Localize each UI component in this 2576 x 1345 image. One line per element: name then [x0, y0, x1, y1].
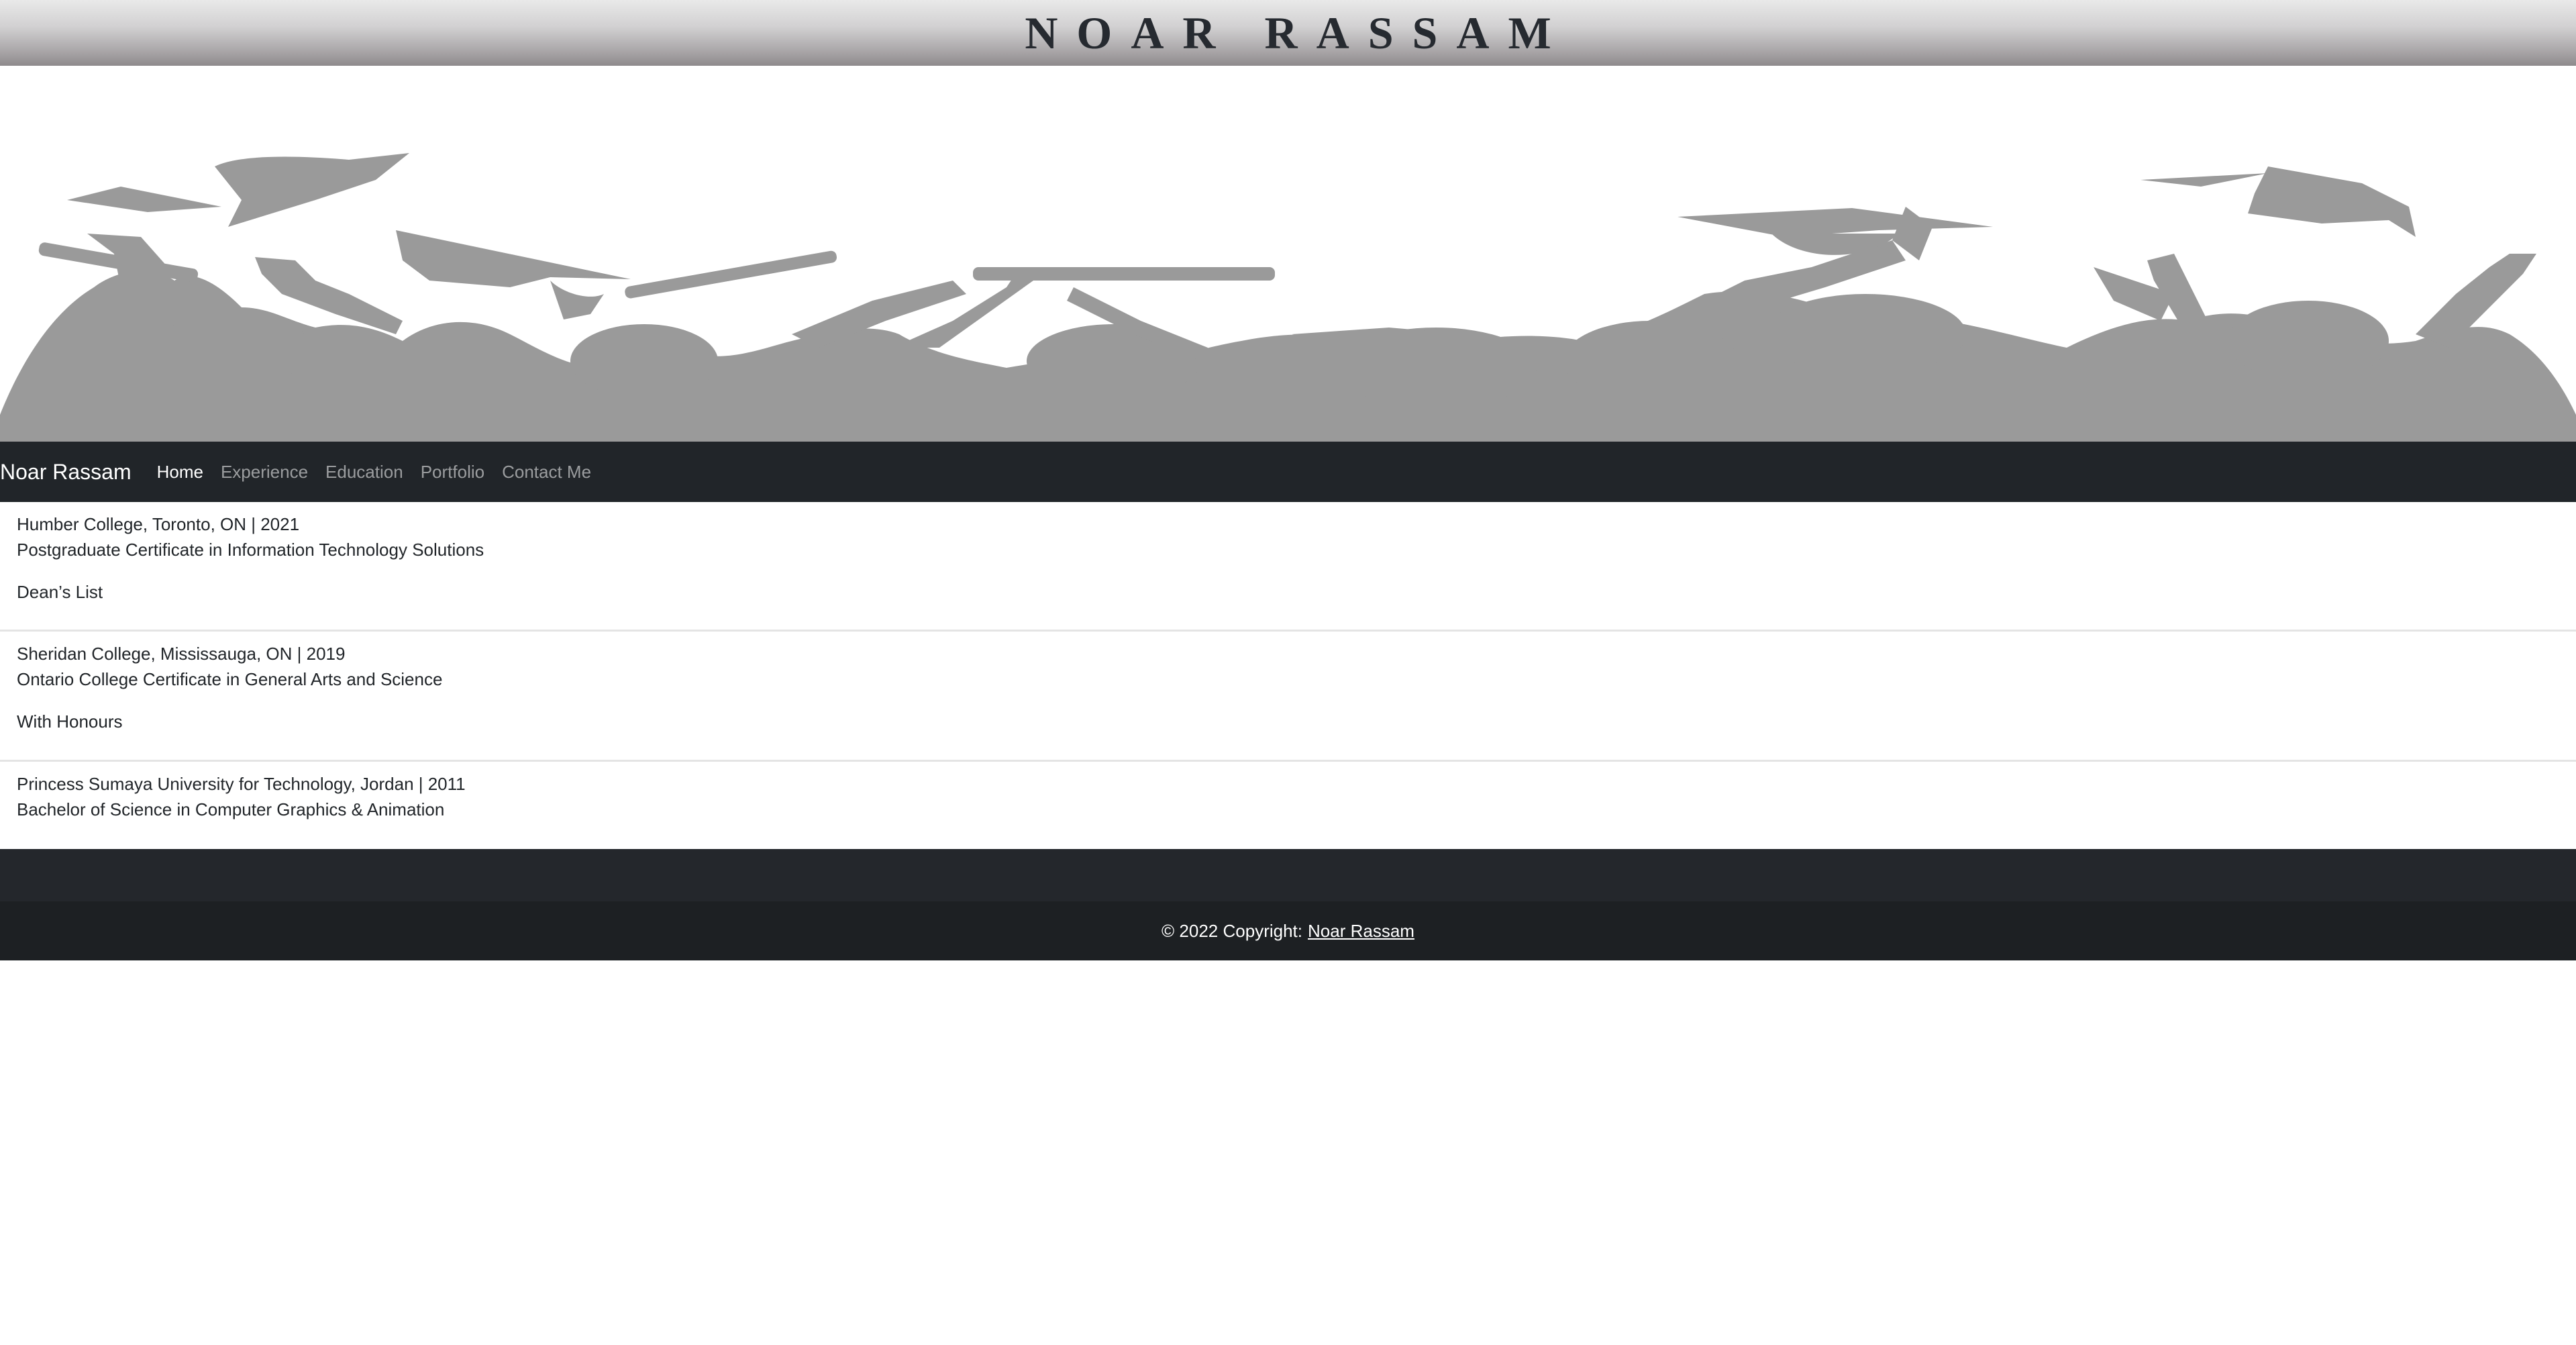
education-entry: Princess Sumaya University for Technolog… — [0, 762, 2576, 849]
navbar-brand[interactable]: Noar Rassam — [0, 460, 132, 485]
main-navbar: Noar Rassam Home Experience Education Po… — [0, 442, 2576, 502]
site-title: NOAR RASSAM — [1025, 7, 1570, 58]
nav-link-home[interactable]: Home — [157, 462, 203, 483]
education-entry: Sheridan College, Mississauga, ON | 2019… — [0, 632, 2576, 762]
graduates-silhouette-image — [0, 153, 2576, 442]
nav-link-education[interactable]: Education — [325, 462, 403, 483]
education-credential: Bachelor of Science in Computer Graphics… — [17, 799, 445, 819]
education-honor: With Honours — [17, 711, 123, 732]
nav-links: Home Experience Education Portfolio Cont… — [157, 462, 609, 483]
education-credential: Postgraduate Certificate in Information … — [17, 540, 484, 560]
education-honor: Dean’s List — [17, 582, 103, 602]
site-header-banner: NOAR RASSAM — [0, 0, 2576, 66]
nav-link-contact[interactable]: Contact Me — [502, 462, 591, 483]
education-entry: Humber College, Toronto, ON | 2021 Postg… — [0, 502, 2576, 632]
education-credential: Ontario College Certificate in General A… — [17, 669, 443, 689]
footer-spacer — [0, 849, 2576, 901]
education-institution: Princess Sumaya University for Technolog… — [17, 774, 466, 794]
footer: © 2022 Copyright: Noar Rassam — [0, 901, 2576, 960]
footer-copyright: © 2022 Copyright: — [1162, 920, 1302, 941]
education-institution: Sheridan College, Mississauga, ON | 2019 — [17, 644, 346, 664]
education-list: Humber College, Toronto, ON | 2021 Postg… — [0, 502, 2576, 849]
footer-name-link[interactable]: Noar Rassam — [1308, 921, 1414, 942]
education-institution: Humber College, Toronto, ON | 2021 — [17, 514, 300, 534]
hero-graduation-image — [0, 66, 2576, 442]
nav-link-experience[interactable]: Experience — [221, 462, 308, 483]
nav-link-portfolio[interactable]: Portfolio — [421, 462, 484, 483]
